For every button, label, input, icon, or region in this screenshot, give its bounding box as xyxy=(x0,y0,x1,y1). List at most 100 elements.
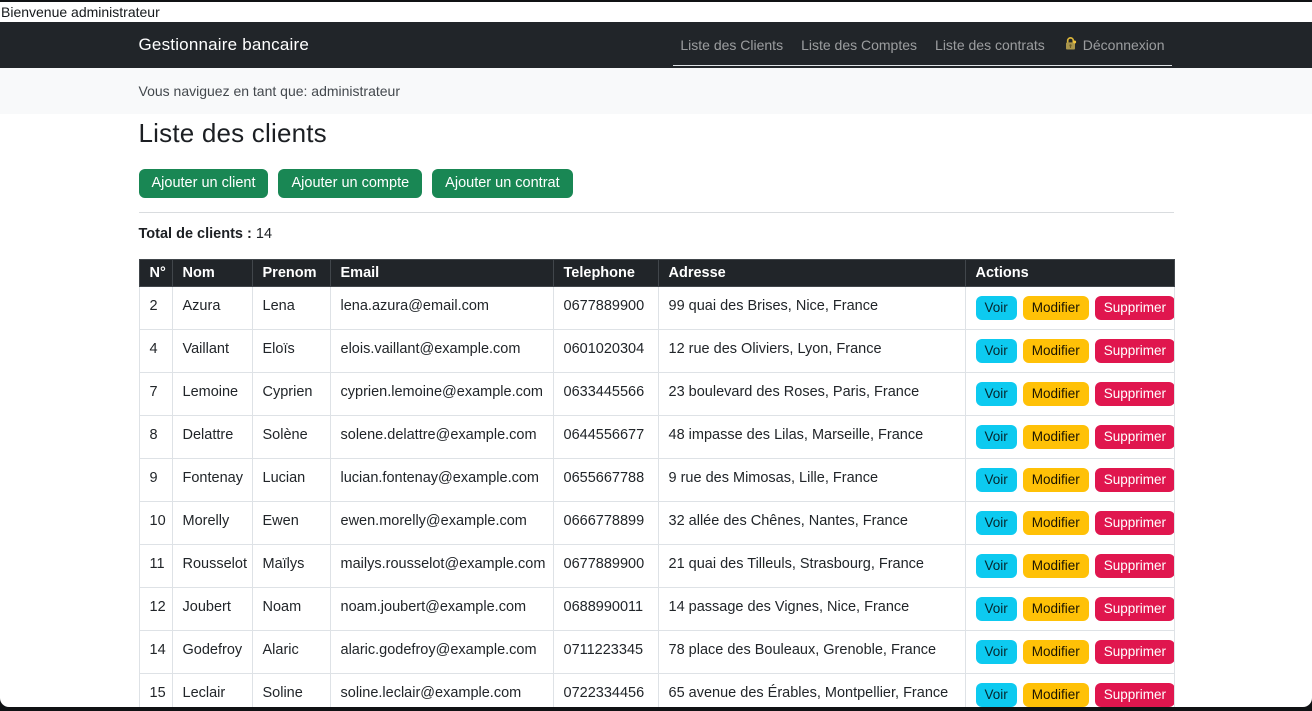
cell-prenom: Eloïs xyxy=(252,330,330,373)
nav-link-label: Liste des Clients xyxy=(680,37,783,53)
voir-button[interactable]: Voir xyxy=(976,425,1017,449)
cell-prenom: Cyprien xyxy=(252,373,330,416)
voir-button[interactable]: Voir xyxy=(976,640,1017,664)
modifier-button[interactable]: Modifier xyxy=(1023,554,1089,578)
cell-prenom: Alaric xyxy=(252,631,330,674)
nav-link-liste-contrats[interactable]: Liste des contrats xyxy=(926,37,1054,53)
modifier-button[interactable]: Modifier xyxy=(1023,640,1089,664)
supprimer-button[interactable]: Supprimer xyxy=(1095,597,1174,621)
cell-telephone: 0666778899 xyxy=(553,502,658,545)
voir-button[interactable]: Voir xyxy=(976,339,1017,363)
cell-email: cyprien.lemoine@example.com xyxy=(330,373,553,416)
nav-link-liste-comptes[interactable]: Liste des Comptes xyxy=(792,37,926,53)
supprimer-button[interactable]: Supprimer xyxy=(1095,296,1174,320)
cell-num: 15 xyxy=(139,674,172,708)
cell-email: soline.leclair@example.com xyxy=(330,674,553,708)
modifier-button[interactable]: Modifier xyxy=(1023,683,1089,707)
cell-num: 2 xyxy=(139,287,172,330)
clients-table: N° Nom Prenom Email Telephone Adresse Ac… xyxy=(139,259,1175,707)
cell-email: alaric.godefroy@example.com xyxy=(330,631,553,674)
lock-icon xyxy=(1063,36,1078,54)
divider xyxy=(139,212,1174,213)
supprimer-button[interactable]: Supprimer xyxy=(1095,339,1174,363)
modifier-button[interactable]: Modifier xyxy=(1023,339,1089,363)
welcome-text: Bienvenue administrateur xyxy=(1,4,160,20)
cell-telephone: 0688990011 xyxy=(553,588,658,631)
cell-actions: Voir Modifier Supprimer xyxy=(965,545,1174,588)
modifier-button[interactable]: Modifier xyxy=(1023,425,1089,449)
voir-button[interactable]: Voir xyxy=(976,554,1017,578)
total-clients-value: 14 xyxy=(256,226,272,242)
supprimer-button[interactable]: Supprimer xyxy=(1095,425,1174,449)
supprimer-button[interactable]: Supprimer xyxy=(1095,640,1174,664)
cell-num: 10 xyxy=(139,502,172,545)
supprimer-button[interactable]: Supprimer xyxy=(1095,511,1174,535)
voir-button[interactable]: Voir xyxy=(976,382,1017,406)
cell-telephone: 0633445566 xyxy=(553,373,658,416)
action-buttons-row: Ajouter un client Ajouter un compte Ajou… xyxy=(139,169,1174,198)
role-banner-text: Vous naviguez en tant que: administrateu… xyxy=(139,83,1174,99)
cell-nom: Joubert xyxy=(172,588,252,631)
cell-num: 11 xyxy=(139,545,172,588)
modifier-button[interactable]: Modifier xyxy=(1023,511,1089,535)
modifier-button[interactable]: Modifier xyxy=(1023,468,1089,492)
logout-link[interactable]: Déconnexion xyxy=(1054,36,1174,54)
main-content: Liste des clients Ajouter un client Ajou… xyxy=(139,114,1174,707)
total-clients-label: Total de clients : xyxy=(139,226,252,242)
add-account-button[interactable]: Ajouter un compte xyxy=(278,169,422,198)
add-client-button[interactable]: Ajouter un client xyxy=(139,169,269,198)
modifier-button[interactable]: Modifier xyxy=(1023,296,1089,320)
cell-email: lena.azura@email.com xyxy=(330,287,553,330)
cell-adresse: 78 place des Bouleaux, Grenoble, France xyxy=(658,631,965,674)
cell-nom: Azura xyxy=(172,287,252,330)
nav-link-liste-clients[interactable]: Liste des Clients xyxy=(671,37,792,53)
voir-button[interactable]: Voir xyxy=(976,683,1017,707)
voir-button[interactable]: Voir xyxy=(976,597,1017,621)
add-contract-button[interactable]: Ajouter un contrat xyxy=(432,169,572,198)
role-banner: Vous naviguez en tant que: administrateu… xyxy=(0,68,1312,114)
voir-button[interactable]: Voir xyxy=(976,296,1017,320)
cell-adresse: 9 rue des Mimosas, Lille, France xyxy=(658,459,965,502)
navbar: Gestionnaire bancaire Liste des Clients … xyxy=(0,22,1312,68)
app-title[interactable]: Gestionnaire bancaire xyxy=(139,35,310,55)
header-telephone: Telephone xyxy=(553,260,658,287)
cell-telephone: 0655667788 xyxy=(553,459,658,502)
browser-viewport: Bienvenue administrateur Gestionnaire ba… xyxy=(0,2,1312,707)
table-row: 15 Leclair Soline soline.leclair@example… xyxy=(139,674,1174,708)
cell-actions: Voir Modifier Supprimer xyxy=(965,330,1174,373)
cell-nom: Delattre xyxy=(172,416,252,459)
modifier-button[interactable]: Modifier xyxy=(1023,597,1089,621)
supprimer-button[interactable]: Supprimer xyxy=(1095,468,1174,492)
cell-telephone: 0601020304 xyxy=(553,330,658,373)
cell-prenom: Ewen xyxy=(252,502,330,545)
cell-prenom: Maïlys xyxy=(252,545,330,588)
modifier-button[interactable]: Modifier xyxy=(1023,382,1089,406)
cell-email: ewen.morelly@example.com xyxy=(330,502,553,545)
cell-telephone: 0677889900 xyxy=(553,545,658,588)
cell-num: 12 xyxy=(139,588,172,631)
supprimer-button[interactable]: Supprimer xyxy=(1095,554,1174,578)
cell-prenom: Noam xyxy=(252,588,330,631)
cell-actions: Voir Modifier Supprimer xyxy=(965,631,1174,674)
cell-adresse: 23 boulevard des Roses, Paris, France xyxy=(658,373,965,416)
cell-email: elois.vaillant@example.com xyxy=(330,330,553,373)
voir-button[interactable]: Voir xyxy=(976,468,1017,492)
header-actions: Actions xyxy=(965,260,1174,287)
cell-actions: Voir Modifier Supprimer xyxy=(965,459,1174,502)
voir-button[interactable]: Voir xyxy=(976,511,1017,535)
supprimer-button[interactable]: Supprimer xyxy=(1095,683,1174,707)
cell-adresse: 21 quai des Tilleuls, Strasbourg, France xyxy=(658,545,965,588)
cell-adresse: 12 rue des Oliviers, Lyon, France xyxy=(658,330,965,373)
total-clients-line: Total de clients : 14 xyxy=(139,224,1174,244)
cell-actions: Voir Modifier Supprimer xyxy=(965,588,1174,631)
header-nom: Nom xyxy=(172,260,252,287)
cell-email: noam.joubert@example.com xyxy=(330,588,553,631)
table-body: 2 Azura Lena lena.azura@email.com 067788… xyxy=(139,287,1174,708)
supprimer-button[interactable]: Supprimer xyxy=(1095,382,1174,406)
table-row: 4 Vaillant Eloïs elois.vaillant@example.… xyxy=(139,330,1174,373)
cell-adresse: 14 passage des Vignes, Nice, France xyxy=(658,588,965,631)
header-num: N° xyxy=(139,260,172,287)
nav-links: Liste des Clients Liste des Comptes List… xyxy=(671,36,1173,54)
cell-nom: Vaillant xyxy=(172,330,252,373)
cell-email: mailys.rousselot@example.com xyxy=(330,545,553,588)
